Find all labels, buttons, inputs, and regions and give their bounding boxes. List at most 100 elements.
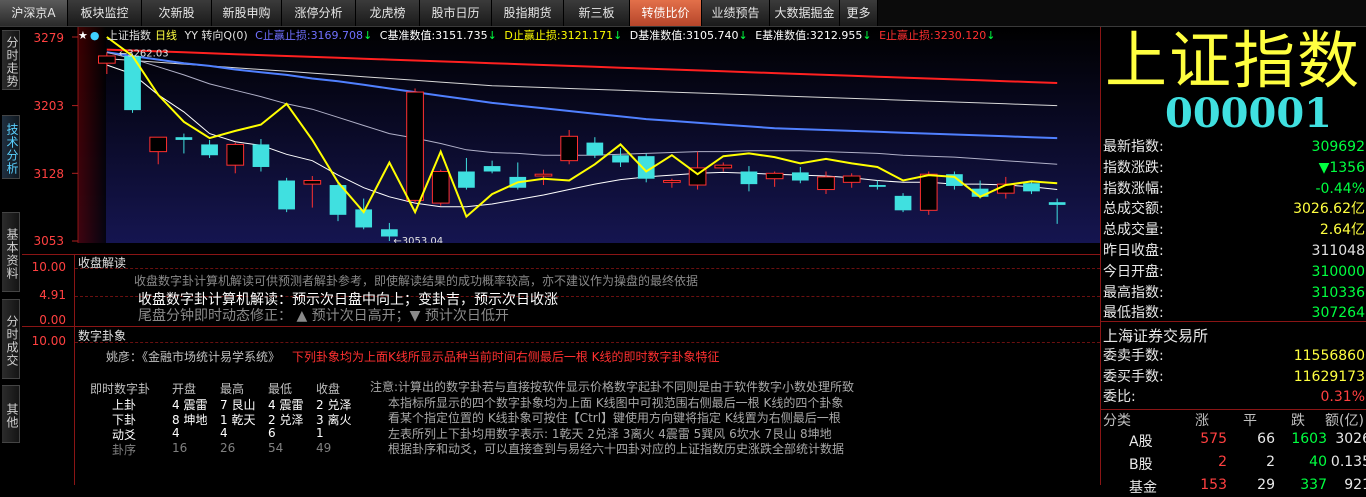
settings-dot-icon[interactable]: ● [90, 29, 100, 42]
d-stop-arrow-icon: ↓ [613, 29, 623, 42]
candle-body-down [458, 171, 475, 188]
chart-indicator[interactable]: YY 转向Q(0) [184, 29, 247, 42]
candle-body-down [1048, 202, 1066, 205]
quote-row: 指数涨跌: ▼1356 [1103, 158, 1365, 178]
e-base-label: E基准数值: [755, 29, 810, 42]
hex-note-line: 注意:计算出的数字卦若与直接按软件显示价格数字起卦不同则是由于软件数字小数处理所… [370, 380, 855, 394]
c-base-value: 3151.735 [435, 29, 488, 42]
panel2-subtitle-note: 下列卦象均为上面K线所显示品种当前时间右侧最后一根 K线的即时数字卦象特征 [292, 350, 720, 364]
candle-body-down [278, 180, 295, 210]
breadth-header: 额(亿) [1325, 413, 1364, 429]
breadth-cell: 3026 [1335, 431, 1366, 447]
panel1-scale-label: 0.00 [39, 313, 66, 327]
quote-row: 委买手数: 11629173 [1103, 367, 1365, 387]
hex-table-header: 收盘 [316, 382, 341, 396]
quote-label: 昨日收盘: [1103, 243, 1164, 259]
hex-table-header: 最低 [268, 382, 293, 396]
star-icon[interactable]: ★ [78, 29, 88, 42]
index-code: 000001 [1165, 90, 1332, 137]
breadth-header: 分类 [1103, 413, 1131, 429]
hex-table-cell: 49 [316, 441, 332, 455]
quote-row: 昨日收盘: 311048 [1103, 241, 1365, 261]
d-base-value: 3105.740 [685, 29, 739, 42]
e-base-arrow-icon: ↓ [862, 29, 872, 42]
breadth-cell: 2 [1218, 454, 1227, 470]
candle-body-up [817, 176, 835, 191]
quote-divider [1101, 321, 1366, 322]
index-name: 上证指数 [1105, 24, 1362, 97]
panel-divider [22, 254, 1100, 255]
hex-note-line: 左表所列上下卦均用数字表示: 1乾天 2兑泽 3离火 4震雷 5巽风 6坎水 7… [388, 426, 832, 441]
side-tab[interactable]: 其他 [2, 385, 20, 443]
menu-item[interactable]: 次新股 [142, 0, 212, 26]
quote-row: 委比: 0.31% [1103, 387, 1365, 407]
candle-body-up [919, 173, 938, 211]
candle-body-up [765, 172, 784, 180]
quote-label: 指数涨跌: [1103, 159, 1164, 176]
quote-label: 委比: [1103, 389, 1136, 405]
candle-body-down [483, 166, 501, 172]
hex-table-cell: 1 [316, 426, 324, 440]
quote-panel: 上证指数 000001 最新指数: 309692 指数涨跌: ▼1356 指数涨幅: -0… [1100, 24, 1366, 496]
breadth-header: 平 [1243, 413, 1257, 429]
quote-value: 311048 [1311, 243, 1365, 259]
candlestick-chart[interactable]: ←3262.03 ←3053.04 [22, 27, 1100, 243]
quote-value: 309692 [1311, 139, 1365, 155]
quote-label: 委卖手数: [1103, 348, 1164, 364]
menu-item[interactable]: 新三板 [564, 0, 630, 26]
hex-note-line: 根据卦序和动爻，可以直接查到与易经六十四卦对应的上证指数历史涨跌全部统计数据 [388, 442, 845, 456]
hex-table-cell: 6 [268, 426, 276, 440]
breadth-cell: 66 [1257, 431, 1275, 447]
hex-table-cell: 卦序 [112, 443, 137, 457]
menu-item[interactable]: 板块监控 [68, 0, 142, 26]
d-stop-label: D止赢止损: [504, 29, 561, 42]
breadth-cell: 基金 [1129, 480, 1157, 496]
quote-value: 3026.62亿 [1293, 201, 1365, 218]
quote-label: 最新指数: [1103, 139, 1164, 155]
hex-table-header: 最高 [220, 382, 245, 396]
menu-item[interactable]: 大数据掘金 [770, 0, 840, 26]
chart-header: ★ ● 上证指数 日线 YY 转向Q(0) C止赢止损:3169.708↓ C基准数… [78, 27, 999, 42]
menu-item[interactable]: 股指期货 [492, 0, 564, 26]
breadth-header: 跌 [1291, 413, 1305, 429]
hex-note-line: 本指标所显示的四个数字卦象均为上面 K线图中可视范围右侧最后一根 K线的四个卦象 [388, 395, 844, 410]
c-base-label: C基准数值: [379, 29, 436, 42]
candle-body-up [714, 164, 733, 169]
breadth-cell: 575 [1200, 431, 1227, 447]
quote-row: 委卖手数: 11556860 [1103, 346, 1365, 366]
quote-value: ▼1356 [1318, 159, 1365, 176]
e-stop-label: E止赢止损: [879, 29, 934, 42]
quote-label: 总成交量: [1103, 222, 1164, 239]
quote-row: 总成交量: 2.64亿 [1103, 220, 1365, 240]
menu-item[interactable]: 业绩预告 [702, 0, 770, 26]
side-tab[interactable]: 分时成交 [2, 299, 20, 379]
c-stop-arrow-icon: ↓ [363, 29, 373, 42]
e-stop-value: 3230.120 [933, 29, 987, 42]
side-tab[interactable]: 基本资料 [2, 212, 20, 292]
candle-body-down [791, 172, 809, 181]
quote-value: 11629173 [1293, 368, 1365, 385]
c-stop-value: 3169.708 [310, 29, 364, 42]
hex-table-cell: 4 [172, 426, 180, 440]
menu-item[interactable]: 涨停分析 [282, 0, 356, 26]
panel1-grid-line [75, 268, 1100, 269]
panel2-grid-line [75, 342, 1100, 343]
candle-body-up [226, 143, 245, 166]
menu-item[interactable]: 新股申购 [212, 0, 282, 26]
menu-item[interactable]: 转债比价 [630, 0, 702, 26]
candle-body-down [175, 137, 193, 140]
quote-value: 11556860 [1293, 348, 1365, 364]
side-tab[interactable]: 分时走势 [2, 30, 20, 90]
menu-item[interactable]: 沪深京A [0, 0, 68, 26]
menu-item[interactable]: 股市日历 [420, 0, 492, 26]
menu-item[interactable]: 更多 [840, 0, 878, 26]
quote-row: 最新指数: 309692 [1103, 137, 1365, 157]
breadth-cell: 153 [1200, 477, 1227, 493]
breadth-cell: B股 [1129, 457, 1153, 473]
menu-item[interactable]: 龙虎榜 [356, 0, 420, 26]
side-tab[interactable]: 技术分析 [2, 115, 20, 179]
y-tick-label: 3053 [33, 234, 64, 248]
e-base-value: 3212.955 [809, 29, 863, 42]
y-tick-label: 3279 [33, 31, 64, 45]
chart-period[interactable]: 日线 [155, 29, 177, 42]
